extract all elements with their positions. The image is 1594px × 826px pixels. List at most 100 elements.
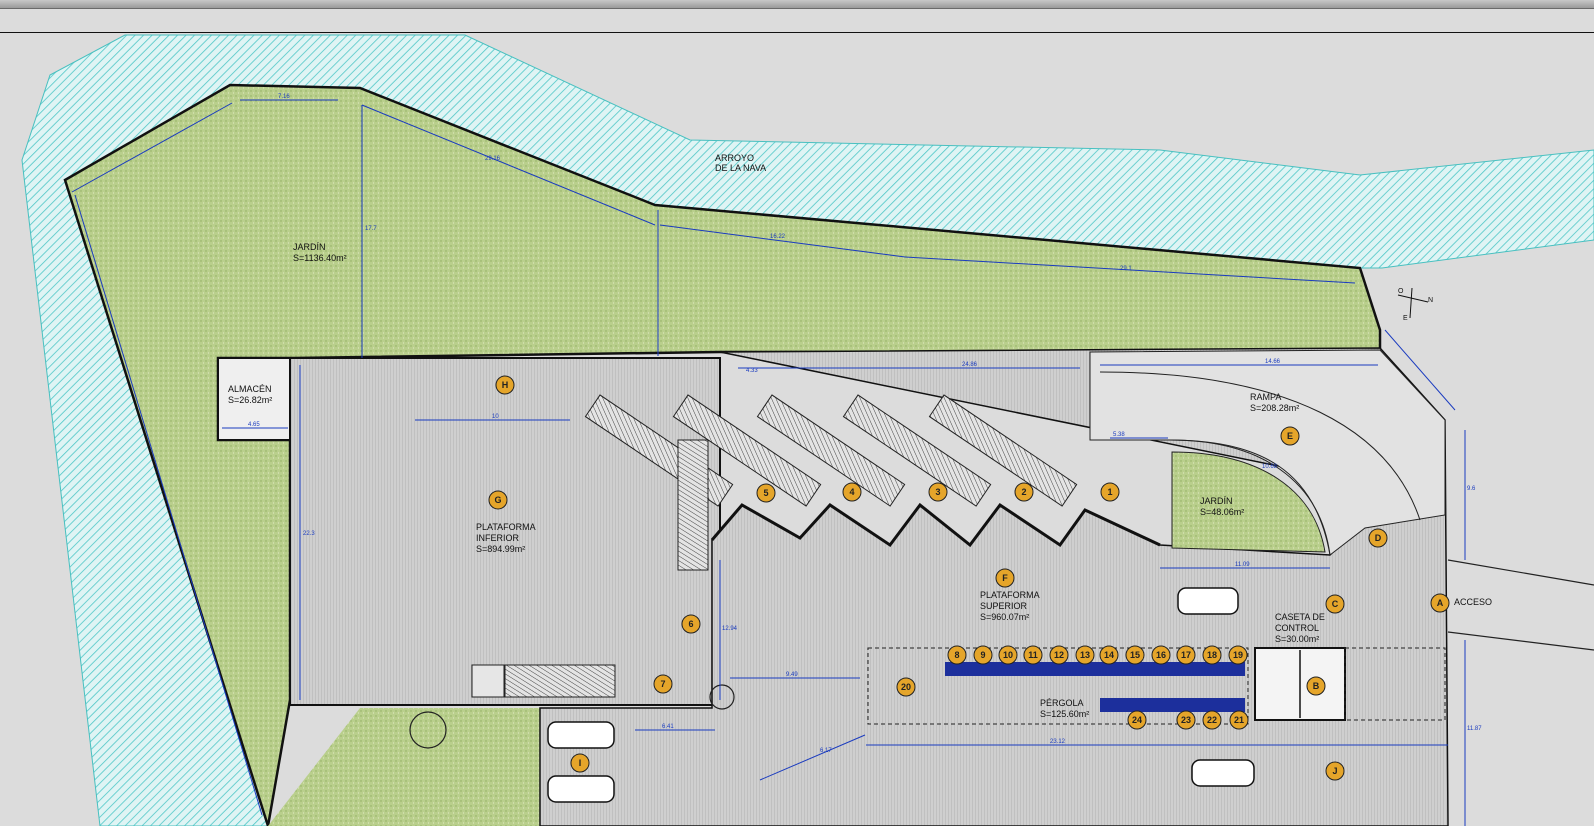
svg-text:D: D bbox=[1375, 533, 1382, 543]
upper-platform-area: S=960.07m² bbox=[980, 612, 1029, 622]
upper-platform-line2: SUPERIOR bbox=[980, 601, 1028, 611]
svg-text:19: 19 bbox=[1233, 650, 1243, 660]
pergola-name: PÉRGOLA bbox=[1040, 698, 1084, 708]
pergola-area: S=125.60m² bbox=[1040, 709, 1089, 719]
marker-5: 5 bbox=[756, 483, 776, 503]
svg-text:17: 17 bbox=[1181, 650, 1191, 660]
svg-text:H: H bbox=[502, 380, 509, 390]
dim-29-1: 29.1 bbox=[1120, 266, 1132, 272]
garden-main-name: JARDÍN bbox=[293, 242, 326, 252]
marker-9: 9 bbox=[973, 645, 993, 665]
compass-n: N bbox=[1428, 297, 1433, 304]
dim-23-12: 23.12 bbox=[1050, 739, 1066, 745]
site-plan: 7.16 29.16 16.22 29.1 17.7 4.65 10 22.3 … bbox=[21, 34, 1594, 826]
dim-9-49: 9.49 bbox=[786, 672, 798, 678]
dim-9-6: 9.6 bbox=[1467, 486, 1476, 492]
marker-4: 4 bbox=[842, 482, 862, 502]
svg-text:24: 24 bbox=[1132, 715, 1142, 725]
compass-e: E bbox=[1403, 315, 1408, 322]
store-area: S=26.82m² bbox=[228, 395, 272, 405]
dim-10-68: 10.68 bbox=[1262, 464, 1278, 470]
garden-small-area: S=48.06m² bbox=[1200, 507, 1244, 517]
marker-23: 23 bbox=[1176, 710, 1196, 730]
dim-17-7: 17.7 bbox=[365, 226, 377, 232]
svg-text:18: 18 bbox=[1207, 650, 1217, 660]
cabin-line1: CASETA DE bbox=[1275, 612, 1325, 622]
marker-i: I bbox=[570, 753, 590, 773]
svg-text:16: 16 bbox=[1156, 650, 1166, 660]
svg-text:7: 7 bbox=[660, 679, 665, 689]
dim-14-66: 14.66 bbox=[1265, 359, 1281, 365]
garden-small-name: JARDÍN bbox=[1200, 496, 1233, 506]
marker-d: D bbox=[1368, 528, 1388, 548]
garden-main-area: S=1136.40m² bbox=[293, 253, 347, 263]
dim-22-3: 22.3 bbox=[303, 531, 315, 537]
dim-24-86: 24.86 bbox=[962, 362, 978, 368]
svg-text:3: 3 bbox=[935, 487, 940, 497]
dim-6-41: 6.41 bbox=[662, 724, 674, 730]
stream-label-line1: ARROYO bbox=[715, 153, 754, 163]
svg-text:G: G bbox=[494, 495, 501, 505]
marker-20: 20 bbox=[896, 677, 916, 697]
compass-icon: N E O bbox=[1397, 287, 1433, 322]
marker-g: G bbox=[488, 490, 508, 510]
svg-text:9: 9 bbox=[980, 650, 985, 660]
marker-3: 3 bbox=[928, 482, 948, 502]
dim-6-17: 6.17 bbox=[820, 748, 832, 754]
marker-22: 22 bbox=[1202, 710, 1222, 730]
cabin-line2: CONTROL bbox=[1275, 623, 1319, 633]
svg-text:23: 23 bbox=[1181, 715, 1191, 725]
upper-platform-line1: PLATAFORMA bbox=[980, 590, 1040, 600]
svg-text:C: C bbox=[1332, 599, 1339, 609]
marker-a: A bbox=[1430, 593, 1450, 613]
marker-11: 11 bbox=[1023, 645, 1043, 665]
svg-text:11: 11 bbox=[1028, 650, 1038, 660]
dim-4-33: 4.33 bbox=[746, 368, 758, 374]
marker-21: 21 bbox=[1229, 710, 1249, 730]
marker-16: 16 bbox=[1151, 645, 1171, 665]
marker-18: 18 bbox=[1202, 645, 1222, 665]
svg-text:F: F bbox=[1002, 573, 1008, 583]
marker-1: 1 bbox=[1100, 482, 1120, 502]
marker-6: 6 bbox=[681, 614, 701, 634]
store-name: ALMACÉN bbox=[228, 384, 272, 394]
marker-14: 14 bbox=[1099, 645, 1119, 665]
svg-text:10: 10 bbox=[1003, 650, 1013, 660]
marker-j: J bbox=[1325, 761, 1345, 781]
dim-4-65: 4.65 bbox=[248, 422, 260, 428]
garden-lower-strip bbox=[268, 708, 540, 826]
lower-platform-line1: PLATAFORMA bbox=[476, 522, 536, 532]
dim-7-16: 7.16 bbox=[278, 94, 290, 100]
marker-7: 7 bbox=[653, 674, 673, 694]
marker-8: 8 bbox=[947, 645, 967, 665]
dim-29-16: 29.16 bbox=[485, 156, 501, 162]
svg-text:14: 14 bbox=[1104, 650, 1114, 660]
lower-platform-area: S=894.99m² bbox=[476, 544, 525, 554]
dim-12-94: 12.94 bbox=[722, 626, 738, 632]
marker-h: H bbox=[495, 375, 515, 395]
svg-text:21: 21 bbox=[1234, 715, 1244, 725]
marker-b: B bbox=[1306, 676, 1326, 696]
marker-19: 19 bbox=[1228, 645, 1248, 665]
dim-11-87: 11.87 bbox=[1467, 726, 1482, 732]
lower-platform-line2: INFERIOR bbox=[476, 533, 520, 543]
compass-o: O bbox=[1398, 288, 1404, 295]
svg-text:13: 13 bbox=[1080, 650, 1090, 660]
dim-10: 10 bbox=[492, 414, 499, 420]
marker-c: C bbox=[1325, 594, 1345, 614]
dim-16-22: 16.22 bbox=[770, 234, 786, 240]
marker-e: E bbox=[1280, 426, 1300, 446]
svg-text:20: 20 bbox=[901, 682, 911, 692]
svg-text:5: 5 bbox=[763, 488, 768, 498]
marker-17: 17 bbox=[1176, 645, 1196, 665]
svg-text:B: B bbox=[1313, 681, 1320, 691]
marker-13: 13 bbox=[1075, 645, 1095, 665]
dim-11-09: 11.09 bbox=[1235, 562, 1250, 568]
marker-15: 15 bbox=[1125, 645, 1145, 665]
svg-text:E: E bbox=[1287, 431, 1293, 441]
svg-text:12: 12 bbox=[1054, 650, 1064, 660]
ramp-name: RAMPA bbox=[1250, 392, 1281, 402]
svg-text:1: 1 bbox=[1107, 487, 1112, 497]
dim-5-38: 5.38 bbox=[1113, 432, 1125, 438]
svg-text:4: 4 bbox=[849, 487, 854, 497]
